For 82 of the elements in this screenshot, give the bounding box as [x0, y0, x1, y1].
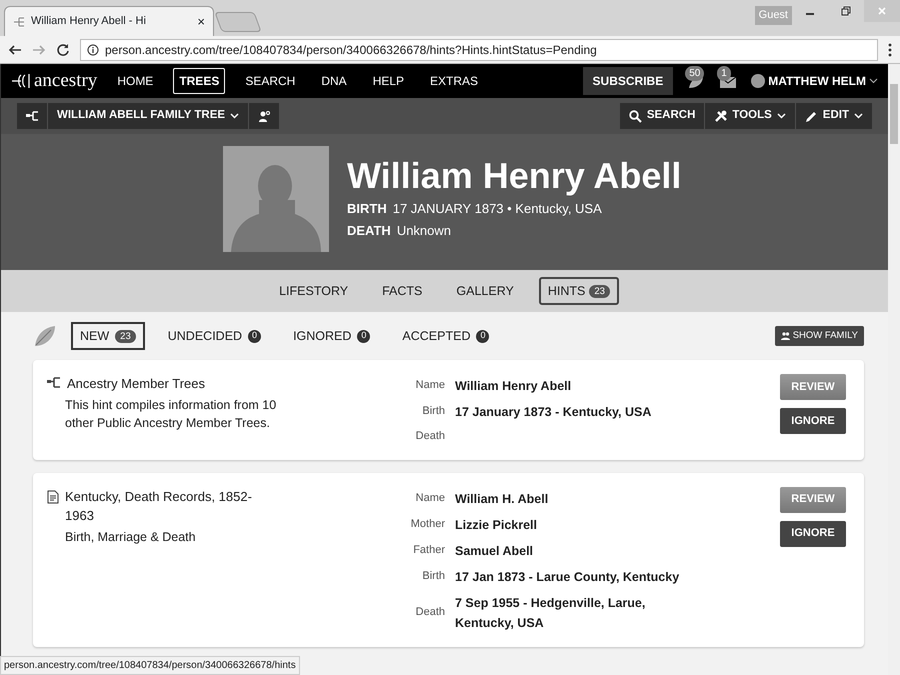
- fact-label: BIRTH: [347, 200, 387, 218]
- field-value: 17 January 1873 - Kentucky, USA: [455, 404, 652, 421]
- info-icon: [87, 44, 99, 56]
- tree-icon: [26, 111, 38, 121]
- toolbar-button[interactable]: EDIT: [796, 103, 872, 129]
- tree-icon: [13, 16, 25, 28]
- fact-value: Unknown: [396, 222, 452, 240]
- back-icon[interactable]: [8, 42, 22, 56]
- search-icon: [628, 110, 642, 122]
- field-label: Birth: [421, 568, 445, 584]
- tree-view-button[interactable]: [17, 103, 47, 129]
- user-name[interactable]: MATTHEW HELM: [768, 72, 866, 90]
- filter-tab[interactable]: UNDECIDED 0: [158, 322, 270, 350]
- caret-icon[interactable]: [869, 78, 878, 84]
- nav-link[interactable]: HELP: [366, 68, 410, 94]
- browser-tab[interactable]: William Henry Abell - Hi ×: [4, 6, 214, 36]
- count-badge: 0: [476, 330, 490, 342]
- document-icon: [47, 490, 59, 504]
- field-label: Death: [414, 604, 445, 620]
- field-value: William Henry Abell: [455, 378, 572, 395]
- field-label: Name: [414, 490, 445, 506]
- show-family-button[interactable]: SHOW FAMILY: [774, 326, 864, 346]
- restore-icon[interactable]: [841, 6, 851, 16]
- person-tab[interactable]: LIFESTORY: [270, 276, 358, 306]
- toolbar-button[interactable]: SEARCH: [620, 103, 704, 129]
- fact-value: 17 JANUARY 1873 • Kentucky, USA: [392, 200, 602, 218]
- nav-link[interactable]: DNA: [315, 68, 353, 94]
- field-value: William H. Abell: [455, 490, 550, 508]
- filter-tab[interactable]: NEW 23: [71, 322, 145, 350]
- review-button[interactable]: REVIEW: [780, 374, 846, 400]
- caret-icon: [854, 113, 863, 119]
- subscribe-button[interactable]: SUBSCRIBE: [582, 67, 674, 95]
- toolbar-button[interactable]: TOOLS: [705, 103, 795, 129]
- source-title[interactable]: Kentucky, Death Records, 1852-1963: [65, 486, 265, 526]
- count-badge: 0: [248, 330, 262, 342]
- nav-link[interactable]: TREES: [173, 68, 226, 94]
- field-label: Name: [414, 378, 445, 394]
- person-tab[interactable]: GALLERY: [447, 276, 523, 306]
- filter-tab[interactable]: ACCEPTED 0: [393, 322, 498, 350]
- notification-count: 50: [685, 66, 704, 81]
- field-label: Mother: [410, 516, 445, 532]
- field-label: Father: [412, 542, 445, 558]
- status-url: person.ancestry.com/tree/108407834/person/340066326678/hints: [0, 656, 300, 675]
- field-label: Death: [414, 429, 445, 444]
- tree-name-dropdown[interactable]: WILLIAM ABELL FAMILY TREE: [48, 103, 248, 129]
- reload-icon[interactable]: [56, 42, 70, 56]
- tools-icon: [714, 110, 728, 122]
- person-search-button[interactable]: [249, 103, 280, 129]
- field-value: 17 Jan 1873 - Larue County, Kentucky: [455, 568, 680, 586]
- nav-link[interactable]: EXTRAS: [424, 68, 484, 94]
- person-name: William Henry Abell: [347, 156, 682, 196]
- field-value: Samuel Abell: [455, 542, 534, 560]
- field-value: Lizzie Pickrell: [455, 516, 538, 534]
- ignore-button[interactable]: IGNORE: [780, 520, 846, 547]
- menu-icon[interactable]: [888, 42, 892, 56]
- person-tab[interactable]: HINTS 23: [538, 276, 619, 306]
- scrollbar[interactable]: [888, 64, 900, 675]
- logo[interactable]: ancestry: [34, 66, 98, 96]
- field-label: Birth: [421, 404, 445, 420]
- hint-description: Birth, Marriage & Death: [64, 528, 197, 546]
- nav-link[interactable]: SEARCH: [239, 68, 302, 94]
- source-title[interactable]: Ancestry Member Trees: [67, 374, 267, 394]
- nav-link[interactable]: HOME: [111, 68, 160, 94]
- count-badge: 23: [589, 284, 610, 298]
- fact-label: DEATH: [347, 222, 391, 240]
- count-badge: 23: [115, 330, 136, 342]
- address-bar[interactable]: person.ancestry.com/tree/108407834/person/340066326678/hints?Hints.hintStatus=Pending: [80, 38, 878, 60]
- message-count: 1: [717, 66, 731, 81]
- person-icon: [258, 110, 270, 122]
- field-value: 7 Sep 1955 - Hedgenville, Larue, Kentucky, USA: [455, 594, 646, 632]
- ignore-button[interactable]: IGNORE: [780, 408, 846, 434]
- pencil-icon: [804, 110, 818, 122]
- person-tab[interactable]: FACTS: [373, 276, 432, 306]
- caret-icon: [776, 113, 786, 119]
- avatar-icon[interactable]: [751, 74, 766, 88]
- filter-tab[interactable]: IGNORED 0: [284, 322, 380, 350]
- hint-description: This hint compiles information from 10 other Public Ancestry Member Trees.: [64, 396, 278, 432]
- close-button[interactable]: ×: [197, 12, 205, 32]
- tab-title: William Henry Abell - Hi: [31, 14, 147, 30]
- caret-icon: [230, 113, 240, 119]
- tree-icon: [47, 377, 61, 389]
- count-badge: 0: [357, 330, 370, 342]
